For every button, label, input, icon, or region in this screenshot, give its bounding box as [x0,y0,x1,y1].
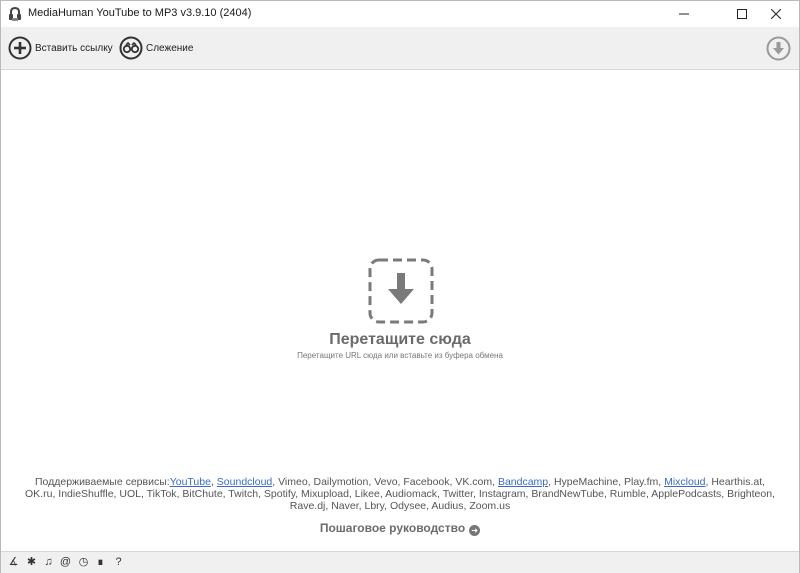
service-link-soundcloud[interactable]: Soundcloud [217,476,272,488]
clock-icon[interactable]: ◷ [77,556,90,569]
services-prefix: Поддерживаемые сервисы: [34,476,170,488]
service-link-bandcamp[interactable]: Bandcamp [498,476,548,488]
snail-icon[interactable]: @ [59,556,72,569]
step-by-step-guide-link[interactable]: Пошаговое руководство ➜ [1,521,799,536]
binoculars-icon [119,36,143,60]
music-note-icon[interactable]: ♫ [42,556,55,569]
drop-subtitle: Перетащите URL сюда или вставьте из буфе… [297,351,503,360]
service-link-mixcloud[interactable]: Mixcloud [664,476,705,488]
maximize-icon [737,9,747,19]
help-icon[interactable]: ? [112,556,125,569]
paste-link-button[interactable]: Вставить ссылку [8,35,113,61]
minimize-icon [679,13,689,15]
window-title: MediaHuman YouTube to MP3 v3.9.10 (2404) [28,7,252,19]
service-link-youtube[interactable]: YouTube [170,476,211,488]
guide-label: Пошаговое руководство [319,521,466,535]
tracking-label: Слежение [146,42,194,54]
drop-area[interactable]: Перетащите сюда Перетащите URL сюда или … [1,70,799,549]
services-list-part: , Vimeo, Dailymotion, Vevo, Facebook, VK… [272,476,498,488]
title-bar: MediaHuman YouTube to MP3 v3.9.10 (2404) [1,1,799,27]
gear-icon[interactable]: ✱ [25,556,38,569]
drop-title: Перетащите сюда [329,331,471,348]
drop-download-icon [368,258,434,324]
minimize-button[interactable] [661,1,707,27]
plus-circle-icon [8,36,32,60]
close-icon [771,9,781,19]
app-window: MediaHuman YouTube to MP3 v3.9.10 (2404)… [0,0,800,573]
arrow-right-circle-icon: ➜ [469,525,481,536]
broom-icon[interactable]: ∡ [7,556,20,569]
supported-services: Поддерживаемые сервисы:YouTube, Soundclo… [21,476,779,512]
toolbar: Вставить ссылку Слежение [1,27,799,70]
status-bar: ∡ ✱ ♫ @ ◷ ∎ ? [1,551,799,573]
paste-link-label: Вставить ссылку [35,42,113,54]
close-button[interactable] [753,1,799,27]
binoculars-icon[interactable]: ∎ [94,556,107,569]
app-logo-icon [9,7,21,21]
download-all-icon[interactable] [766,36,791,61]
tracking-button[interactable]: Слежение [119,35,193,61]
services-list-part: , HypeMachine, Play.fm, [548,476,665,488]
